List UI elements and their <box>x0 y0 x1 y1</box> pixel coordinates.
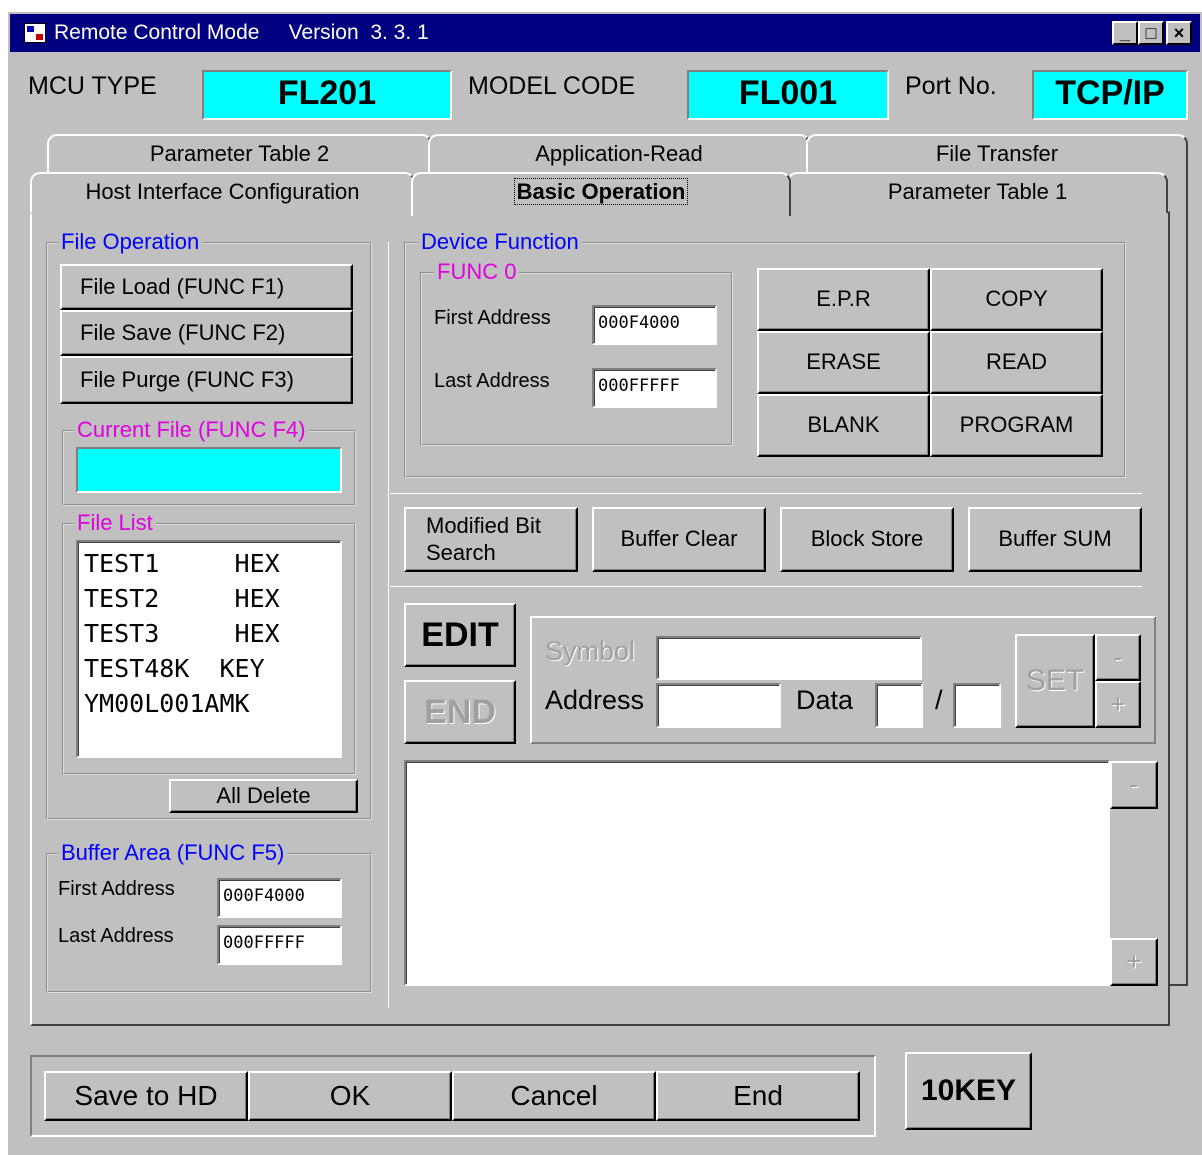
tab-basic-operation[interactable]: Basic Operation <box>411 172 791 216</box>
read-button[interactable]: READ <box>930 331 1103 394</box>
func0-first-address-label: First Address <box>434 307 551 329</box>
symbol-field[interactable] <box>656 636 922 680</box>
device-function-title: Device Function <box>418 229 582 255</box>
output-minus-button[interactable]: - <box>1110 761 1158 809</box>
all-delete-button[interactable]: All Delete <box>169 779 358 813</box>
close-icon[interactable]: × <box>1166 21 1192 45</box>
buffer-clear-button[interactable]: Buffer Clear <box>592 507 766 572</box>
back-page-edge <box>1168 174 1188 986</box>
vertical-separator <box>388 242 389 1008</box>
buffer-first-address-field[interactable]: 000F4000 <box>217 878 342 918</box>
data2-field[interactable] <box>953 683 1001 728</box>
maximize-icon[interactable]: □ <box>1138 21 1164 45</box>
func0-last-address-label: Last Address <box>434 370 550 392</box>
buffer-sum-button[interactable]: Buffer SUM <box>968 507 1142 572</box>
program-button[interactable]: PROGRAM <box>930 394 1103 457</box>
func0-group <box>420 272 733 446</box>
epr-button[interactable]: E.P.R <box>757 268 930 331</box>
output-plus-button[interactable]: + <box>1110 938 1158 986</box>
tab-file-transfer[interactable]: File Transfer <box>806 134 1188 176</box>
block-store-button[interactable]: Block Store <box>780 507 954 572</box>
list-item[interactable]: YM00L001AMK <box>84 686 334 721</box>
list-item[interactable]: TEST3 HEX <box>84 616 334 651</box>
file-operation-title: File Operation <box>58 229 203 255</box>
ok-button[interactable]: OK <box>248 1071 452 1121</box>
model-code-label: MODEL CODE <box>468 72 636 100</box>
buffer-area-group <box>46 853 372 993</box>
copy-button[interactable]: COPY <box>930 268 1103 331</box>
list-item[interactable]: TEST1 HEX <box>84 546 334 581</box>
file-list-title: File List <box>74 510 156 536</box>
horizontal-separator <box>390 493 1142 494</box>
tab-parameter-table-1[interactable]: Parameter Table 1 <box>787 172 1168 214</box>
func0-last-address-field[interactable]: 000FFFFF <box>592 368 717 408</box>
list-item[interactable]: TEST2 HEX <box>84 581 334 616</box>
window-title: Remote Control Mode <box>54 21 260 44</box>
tenkey-button[interactable]: 10KEY <box>905 1052 1032 1130</box>
port-label: Port No. <box>905 72 997 100</box>
modified-bit-search-button[interactable]: Modified Bit Search <box>404 507 578 572</box>
current-file-field <box>76 447 342 493</box>
output-text-area[interactable] <box>404 760 1110 986</box>
edit-button[interactable]: EDIT <box>404 603 516 667</box>
address-field[interactable] <box>656 683 781 728</box>
mcu-type-label: MCU TYPE <box>28 72 157 100</box>
end-button[interactable]: End <box>656 1071 860 1121</box>
slash-label: / <box>935 685 943 715</box>
cancel-button[interactable]: Cancel <box>452 1071 656 1121</box>
list-item[interactable]: TEST48K KEY <box>84 651 334 686</box>
erase-button[interactable]: ERASE <box>757 331 930 394</box>
minimize-icon[interactable]: _ <box>1112 21 1138 45</box>
tab-application-read[interactable]: Application-Read <box>428 134 810 176</box>
buffer-first-address-label: First Address <box>58 878 175 900</box>
blank-button[interactable]: BLANK <box>757 394 930 457</box>
address-label: Address <box>545 685 645 715</box>
set-plus-button[interactable]: + <box>1095 681 1141 728</box>
file-save-button[interactable]: File Save (FUNC F2) <box>60 310 353 356</box>
version-label: Version 3. 3. 1 <box>288 21 429 44</box>
port-value: TCP/IP <box>1032 70 1188 120</box>
mcu-type-value: FL201 <box>202 70 452 120</box>
buffer-area-title: Buffer Area (FUNC F5) <box>58 840 288 866</box>
func0-title: FUNC 0 <box>434 259 520 285</box>
app-icon <box>24 23 46 43</box>
set-minus-button[interactable]: - <box>1095 634 1141 681</box>
modified-bit-search-label: Modified Bit Search <box>426 513 541 565</box>
buffer-last-address-label: Last Address <box>58 925 174 947</box>
tab-host-interface-configuration[interactable]: Host Interface Configuration <box>30 172 415 214</box>
end-edit-button[interactable]: END <box>404 680 516 744</box>
tab-parameter-table-2[interactable]: Parameter Table 2 <box>47 134 432 176</box>
file-list[interactable]: TEST1 HEX TEST2 HEX TEST3 HEX TEST48K KE… <box>76 540 342 758</box>
horizontal-separator-2 <box>390 586 1142 587</box>
file-load-button[interactable]: File Load (FUNC F1) <box>60 264 353 310</box>
data-label: Data <box>796 685 854 715</box>
save-to-hd-button[interactable]: Save to HD <box>44 1071 248 1121</box>
title-bar[interactable]: Remote Control Mode Version 3. 3. 1 _ □ … <box>10 14 1200 52</box>
func0-first-address-field[interactable]: 000F4000 <box>592 305 717 345</box>
set-button[interactable]: SET <box>1015 634 1095 728</box>
tab-basic-operation-label: Basic Operation <box>513 178 689 205</box>
symbol-label: Symbol <box>545 636 636 666</box>
model-code-value: FL001 <box>687 70 889 120</box>
file-purge-button[interactable]: File Purge (FUNC F3) <box>60 356 353 404</box>
data-field[interactable] <box>875 683 923 728</box>
current-file-title: Current File (FUNC F4) <box>74 417 309 443</box>
buffer-last-address-field[interactable]: 000FFFFF <box>217 925 342 965</box>
